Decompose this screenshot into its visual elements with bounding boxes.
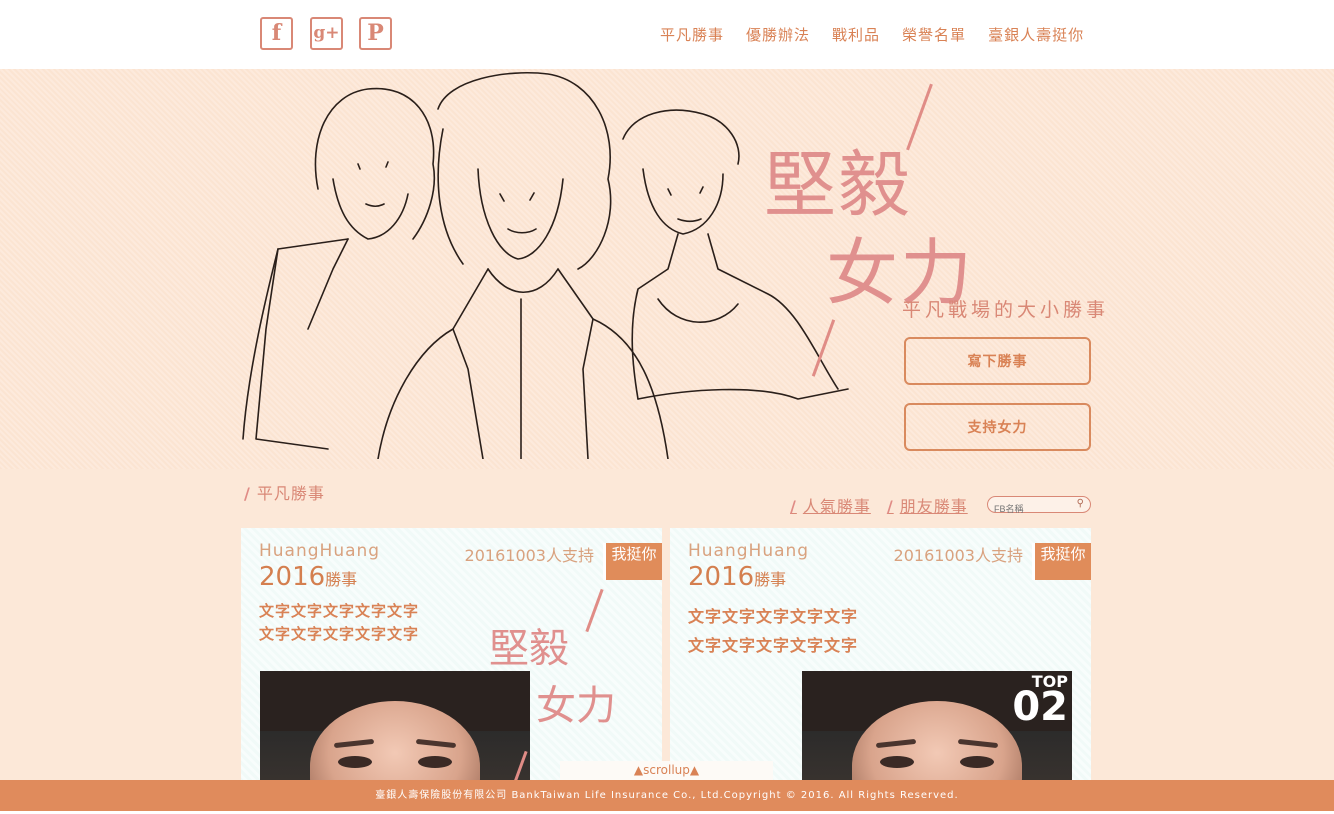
facebook-icon[interactable]: f <box>260 17 293 50</box>
photo-eye <box>960 756 994 768</box>
google-plus-icon[interactable]: g+ <box>310 17 343 50</box>
card-text-line: 文字文字文字文字文字 <box>688 607 859 626</box>
slash-icon: / <box>790 497 797 516</box>
section-title: / 平凡勝事 <box>244 480 325 504</box>
card-username: HuangHuang <box>688 541 810 561</box>
story-card[interactable]: HuangHuang 20161003人支持 我挺你 2016勝事 文字文字文字… <box>670 528 1091 790</box>
photo-brow <box>333 738 375 749</box>
pinterest-icon[interactable]: P <box>359 17 392 50</box>
top-rank-number: 02 <box>1012 684 1068 730</box>
nav-item-support-you[interactable]: 臺銀人壽挺你 <box>988 24 1084 45</box>
search-input[interactable] <box>994 502 1074 516</box>
photo-eye <box>418 756 452 768</box>
search-icon[interactable]: ⚲ <box>1077 498 1084 509</box>
filter-friends[interactable]: / 朋友勝事 <box>887 493 968 517</box>
card-slogan-line2: 女力 <box>536 683 616 729</box>
cheer-button[interactable]: 我挺你 <box>1032 543 1091 580</box>
scroll-up-button[interactable]: ▲scrollup▲ <box>560 761 773 780</box>
photo-brow <box>415 738 457 749</box>
footer-copyright: 臺銀人壽保險股份有限公司 BankTaiwan Life Insurance C… <box>0 780 1334 811</box>
nav-item-prizes[interactable]: 戰利品 <box>832 24 880 45</box>
slash-decoration <box>585 588 604 633</box>
card-text-line: 文字文字文字文字文字 <box>688 636 859 655</box>
photo-brow <box>875 738 917 749</box>
top-rank-badge: TOP 02 <box>1012 671 1068 728</box>
top-header: f g+ P 平凡勝事 優勝辦法 戰利品 榮譽名單 臺銀人壽挺你 <box>0 0 1334 69</box>
slash-icon: / <box>886 497 894 516</box>
filter-popular[interactable]: / 人氣勝事 <box>790 493 871 517</box>
card-support-count: 20161003人支持 <box>464 546 594 565</box>
support-women-button[interactable]: 支持女力 <box>904 403 1091 451</box>
card-year-number: 2016 <box>259 562 326 592</box>
card-year-suffix: 勝事 <box>754 570 787 589</box>
nav-item-honor-list[interactable]: 榮譽名單 <box>902 24 966 45</box>
hero-subtitle: 平凡戰場的大小勝事 <box>902 299 1110 321</box>
fb-name-search: ⚲ <box>987 496 1091 516</box>
slash-icon: / <box>244 484 251 503</box>
card-slogan-line1: 堅毅 <box>489 626 569 672</box>
filter-bar: / 人氣勝事 / 朋友勝事 <box>790 493 968 517</box>
card-username: HuangHuang <box>259 541 381 561</box>
card-support-count: 20161003人支持 <box>893 546 1023 565</box>
filter-popular-label: 人氣勝事 <box>802 497 871 516</box>
card-year: 2016勝事 <box>259 562 357 592</box>
story-card[interactable]: HuangHuang 20161003人支持 我挺你 2016勝事 文字文字文字… <box>241 528 662 790</box>
card-year-number: 2016 <box>688 562 755 592</box>
photo-eye <box>338 756 372 768</box>
photo-eye <box>880 756 914 768</box>
card-year-suffix: 勝事 <box>325 570 358 589</box>
photo-brow <box>957 738 999 749</box>
section-title-label: 平凡勝事 <box>256 484 325 503</box>
cheer-button[interactable]: 我挺你 <box>603 543 662 580</box>
card-photo: TOP 02 <box>802 671 1072 790</box>
filter-friends-label: 朋友勝事 <box>899 497 968 516</box>
write-story-button[interactable]: 寫下勝事 <box>904 337 1091 385</box>
card-text-line: 文字文字文字文字文字 <box>259 625 420 643</box>
nav-item-rules[interactable]: 優勝辦法 <box>746 24 810 45</box>
card-photo <box>260 671 530 790</box>
nav-item-stories[interactable]: 平凡勝事 <box>660 24 724 45</box>
main-nav: 平凡勝事 優勝辦法 戰利品 榮譽名單 臺銀人壽挺你 <box>660 24 1084 45</box>
card-text-line: 文字文字文字文字文字 <box>259 602 420 620</box>
card-year: 2016勝事 <box>688 562 786 592</box>
